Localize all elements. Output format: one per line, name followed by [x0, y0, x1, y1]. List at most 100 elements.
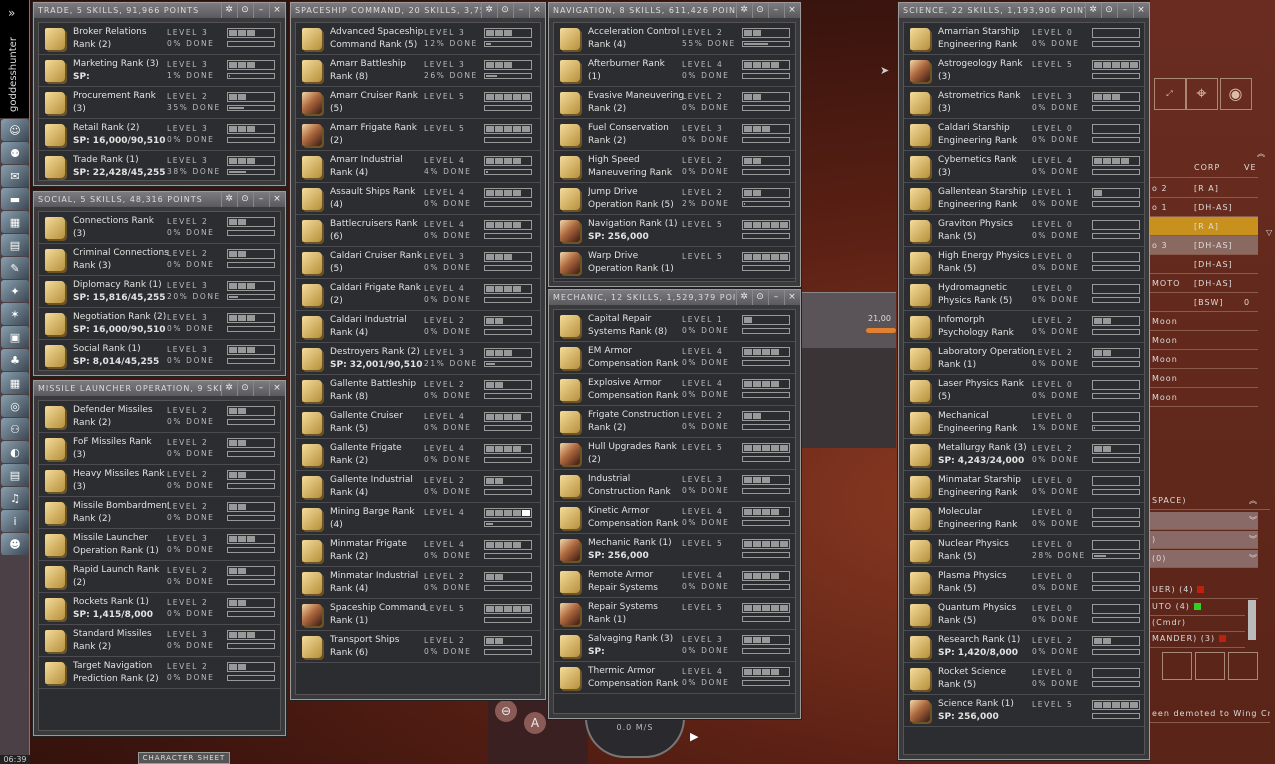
overview-row[interactable]: Moon	[1150, 388, 1258, 407]
skill-row[interactable]: Capital Repair Systems Rank (8) LEVEL 1 0%…	[554, 310, 795, 342]
skill-row[interactable]: Metallurgy Rank (3) SP: 4,243/24,000 LEVE…	[904, 439, 1144, 471]
skill-row[interactable]: Heavy Missiles Rank (3) LEVEL 2 0% DONE	[39, 465, 280, 497]
skill-row[interactable]: Hull Upgrades Rank (2) LEVEL 5	[554, 438, 795, 470]
skill-row[interactable]: Missile Launcher Operation Rank (1) LEVEL…	[39, 529, 280, 561]
pin-icon[interactable]: ✲	[221, 3, 237, 18]
fleet-scrollbar[interactable]	[1248, 600, 1256, 640]
skill-row[interactable]: Frigate Construction Rank (2) LEVEL 2 0% D…	[554, 406, 795, 438]
fleet-dropdown-1[interactable]: ︾	[1150, 512, 1258, 530]
skill-row[interactable]: Infomorph Psychology Rank LEVEL 2 0% DONE	[904, 311, 1144, 343]
skill-row[interactable]: Jump Drive Operation Rank (5) LEVEL 2 2% D…	[554, 183, 795, 215]
skill-row[interactable]: Rocket Science Rank (5) LEVEL 0 0% DONE	[904, 663, 1144, 695]
window-header[interactable]: SCIENCE, 22 SKILLS, 1,193,906 POINTS ✲ ⊙ – ×	[899, 3, 1149, 18]
skill-row[interactable]: Navigation Rank (1) SP: 256,000 LEVEL 5	[554, 215, 795, 247]
skill-row[interactable]: Amarr Frigate Rank (2) LEVEL 5	[296, 119, 540, 151]
orbit-button[interactable]: ⤢	[1154, 78, 1186, 110]
skill-row[interactable]: Broker Relations Rank (2) LEVEL 3 0% DONE	[39, 23, 280, 55]
skill-row[interactable]: Missile Bombardment Rank (2) LEVEL 2 0% DO…	[39, 497, 280, 529]
info-icon[interactable]: i	[1, 510, 29, 532]
skill-row[interactable]: Assault Ships Rank (4) LEVEL 4 0% DONE	[296, 183, 540, 215]
skill-row[interactable]: Caldari Industrial Rank (4) LEVEL 2 0% DON…	[296, 311, 540, 343]
skill-row[interactable]: Procurement Rank (3) LEVEL 2 35% DONE	[39, 87, 280, 119]
skill-row[interactable]: Standard Missiles Rank (2) LEVEL 3 0% DONE	[39, 625, 280, 657]
skill-row[interactable]: Battlecruisers Rank (6) LEVEL 4 0% DONE	[296, 215, 540, 247]
audio-icon[interactable]: ♫	[1, 487, 29, 509]
skill-row[interactable]: Laboratory Operation Rank (1) LEVEL 2 0% D…	[904, 343, 1144, 375]
minimize-button[interactable]: –	[253, 192, 269, 207]
skill-row[interactable]: Explosive Armor Compensation Rank LEVEL 4…	[554, 374, 795, 406]
character-name[interactable]: goddesshunter	[8, 37, 19, 112]
skill-row[interactable]: Remote Armor Repair Systems LEVEL 4 0% DON…	[554, 566, 795, 598]
pin-icon[interactable]: ✲	[736, 3, 752, 18]
journal-icon[interactable]: ▤	[1, 464, 29, 486]
skill-row[interactable]: Industrial Construction Rank LEVEL 3 0% DO…	[554, 470, 795, 502]
options-icon[interactable]: ⊙	[752, 290, 768, 305]
skill-row[interactable]: Advanced Spaceship Command Rank (5) LEVEL…	[296, 23, 540, 55]
minimize-button[interactable]: –	[768, 3, 784, 18]
skill-row[interactable]: Research Rank (1) SP: 1,420/8,000 LEVEL 2…	[904, 631, 1144, 663]
skill-row[interactable]: Destroyers Rank (2) SP: 32,001/90,510 LEV…	[296, 343, 540, 375]
window-header[interactable]: SOCIAL, 5 SKILLS, 48,316 POINTS ✲ ⊙ – ×	[34, 192, 285, 207]
pin-icon[interactable]: ✲	[481, 3, 497, 18]
minimize-button[interactable]: –	[768, 290, 784, 305]
skill-row[interactable]: Thermic Armor Compensation Rank LEVEL 4 0%…	[554, 662, 795, 694]
skill-row[interactable]: Connections Rank (3) LEVEL 2 0% DONE	[39, 212, 280, 244]
play-arrow-icon[interactable]: ▶	[690, 730, 698, 743]
skill-row[interactable]: Rockets Rank (1) SP: 1,415/8,000 LEVEL 2 0…	[39, 593, 280, 625]
skill-row[interactable]: Retail Rank (2) SP: 16,000/90,510 LEVEL 3…	[39, 119, 280, 151]
fleet-formation-button[interactable]	[1195, 652, 1225, 680]
pin-icon[interactable]: ✲	[1085, 3, 1101, 18]
close-button[interactable]: ×	[269, 192, 285, 207]
skill-row[interactable]: Criminal Connections Rank (3) LEVEL 2 0% D…	[39, 244, 280, 276]
browser-icon[interactable]: ◐	[1, 441, 29, 463]
scroll-down-icon[interactable]: ▽	[1266, 228, 1273, 237]
squad-row[interactable]: MANDER) (3)	[1150, 630, 1245, 648]
options-icon[interactable]: ⊙	[237, 381, 253, 396]
fleet-dropdown-3[interactable]: (0) ︾	[1150, 550, 1258, 568]
collapse-icon[interactable]: ︽	[1257, 148, 1266, 159]
skill-row[interactable]: EM Armor Compensation Rank LEVEL 4 0% DONE	[554, 342, 795, 374]
fleet-dropdown-2[interactable]: ) ︾	[1150, 531, 1258, 549]
mail-icon[interactable]: ✉	[1, 165, 29, 187]
pin-icon[interactable]: ✲	[736, 290, 752, 305]
overview-row[interactable]: Moon	[1150, 350, 1258, 369]
overview-row[interactable]: o 1 [DH-AS]	[1150, 198, 1258, 217]
skill-row[interactable]: Transport Ships Rank (6) LEVEL 2 0% DONE	[296, 631, 540, 663]
skill-row[interactable]: Quantum Physics Rank (5) LEVEL 0 0% DONE	[904, 599, 1144, 631]
assets-icon[interactable]: ▦	[1, 211, 29, 233]
close-button[interactable]: ×	[1133, 3, 1149, 18]
skill-row[interactable]: Mining Barge Rank (4) LEVEL 4	[296, 503, 540, 535]
autopilot-button[interactable]: A	[524, 712, 546, 734]
close-button[interactable]: ×	[269, 381, 285, 396]
skill-row[interactable]: Target Navigation Prediction Rank (2) LEV…	[39, 657, 280, 689]
skill-row[interactable]: Amarr Industrial Rank (4) LEVEL 4 4% DONE	[296, 151, 540, 183]
skill-row[interactable]: Mechanical Engineering Rank LEVEL 0 1% DON…	[904, 407, 1144, 439]
column-header-velocity[interactable]: VE	[1244, 163, 1257, 177]
help-icon[interactable]: ◎	[1, 395, 29, 417]
fleet-member-button[interactable]	[1162, 652, 1192, 680]
skill-row[interactable]: Spaceship Command Rank (1) LEVEL 5	[296, 599, 540, 631]
skill-row[interactable]: Gallente Industrial Rank (4) LEVEL 2 0% DO…	[296, 471, 540, 503]
skill-row[interactable]: Negotiation Rank (2) SP: 16,000/90,510 LE…	[39, 308, 280, 340]
skill-row[interactable]: Gallente Battleship Rank (8) LEVEL 2 0% DO…	[296, 375, 540, 407]
skill-row[interactable]: Graviton Physics Rank (5) LEVEL 0 0% DONE	[904, 215, 1144, 247]
overview-row[interactable]: o 2 [R A]	[1150, 179, 1258, 198]
skill-row[interactable]: Kinetic Armor Compensation Rank LEVEL 4 0%…	[554, 502, 795, 534]
lock-target-button[interactable]: ⌖	[1186, 78, 1218, 110]
overview-row[interactable]: [BSW] 0	[1150, 293, 1258, 312]
options-icon[interactable]: ⊙	[752, 3, 768, 18]
pin-icon[interactable]: ✲	[221, 381, 237, 396]
science-icon[interactable]: ♣	[1, 349, 29, 371]
speed-indicator[interactable]: 0.0 M/S	[585, 718, 685, 758]
column-header-corp[interactable]: CORP	[1188, 163, 1244, 177]
map-icon[interactable]: ✦	[1, 280, 29, 302]
close-button[interactable]: ×	[269, 3, 285, 18]
skill-row[interactable]: Gallente Frigate Rank (2) LEVEL 4 0% DONE	[296, 439, 540, 471]
skill-row[interactable]: Minmatar Starship Engineering Rank LEVEL …	[904, 471, 1144, 503]
corporation-icon[interactable]: ✶	[1, 303, 29, 325]
people-icon[interactable]: ⚉	[1, 142, 29, 164]
neocom-avatar-icon[interactable]: ☻	[1, 533, 29, 555]
skill-row[interactable]: Astrogeology Rank (3) LEVEL 5	[904, 55, 1144, 87]
pin-icon[interactable]: ✲	[221, 192, 237, 207]
items-icon[interactable]: ▣	[1, 326, 29, 348]
